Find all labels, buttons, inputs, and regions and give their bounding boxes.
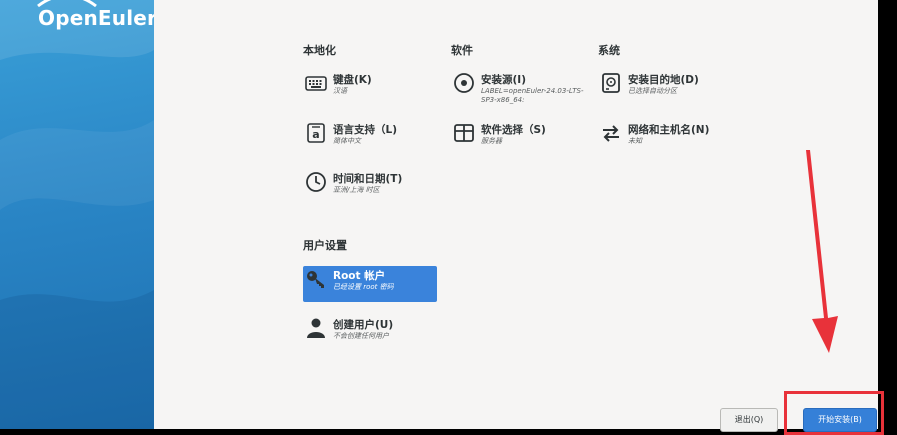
annotation-highlight-box (784, 391, 884, 435)
sidebar-swoosh-graphic (0, 0, 154, 429)
section-system: 系统 (598, 44, 620, 57)
spoke-language[interactable]: a 语言支持（L) 简体中文 (303, 120, 437, 156)
spoke-software-selection[interactable]: 软件选择（S) 服务器 (451, 120, 585, 156)
package-icon (454, 124, 474, 142)
sidebar: OpenEuler (0, 0, 154, 429)
section-localization: 本地化 (303, 44, 336, 57)
disc-icon (454, 73, 474, 93)
spoke-language-title: 语言支持（L) (333, 124, 397, 136)
spoke-software-status: 服务器 (481, 137, 502, 145)
spoke-destination-status: 已选择自动分区 (628, 87, 677, 95)
user-icon (307, 318, 325, 338)
openeuler-logo: OpenEuler (38, 6, 154, 30)
spoke-root-title: Root 帐户 (333, 270, 386, 282)
harddisk-icon (602, 73, 620, 93)
network-arrows-icon (603, 125, 619, 142)
spoke-root-status: 已经设置 root 密码 (333, 283, 394, 291)
quit-button[interactable]: 退出(Q) (720, 408, 778, 432)
spoke-keyboard-status: 汉语 (333, 87, 347, 95)
section-software: 软件 (451, 44, 473, 57)
key-icon (307, 271, 324, 288)
spoke-language-status: 简体中文 (333, 137, 361, 145)
spoke-user-creation[interactable]: 创建用户(U) 不会创建任何用户 (303, 315, 437, 351)
spoke-source-title: 安装源(I) (481, 74, 527, 86)
spoke-keyboard[interactable]: 键盘(K) 汉语 (303, 70, 437, 106)
spoke-software-title: 软件选择（S) (481, 124, 546, 136)
spoke-user-title: 创建用户(U) (333, 319, 394, 331)
spoke-source-status-line1: LABEL=openEuler-24.03-LTS- (481, 87, 584, 95)
spoke-destination-title: 安装目的地(D) (628, 74, 699, 86)
spoke-network-hostname[interactable]: 网络和主机名(N) 未知 (598, 120, 732, 156)
spoke-source-status-line2: SP3-x86_64: (481, 96, 525, 104)
spoke-network-status: 未知 (628, 137, 642, 145)
clock-icon (306, 172, 326, 192)
right-edge (878, 0, 897, 429)
section-user-settings: 用户设置 (303, 239, 347, 252)
spoke-installation-source[interactable]: 安装源(I) LABEL=openEuler-24.03-LTS- SP3-x8… (451, 70, 585, 106)
spoke-root-account[interactable]: Root 帐户 已经设置 root 密码 (303, 266, 437, 302)
spoke-datetime[interactable]: 时间和日期(T) 亚洲/上海 时区 (303, 169, 437, 205)
language-icon: a (307, 123, 325, 143)
svg-text:a: a (312, 128, 319, 141)
spoke-user-status: 不会创建任何用户 (333, 332, 389, 340)
spoke-keyboard-title: 键盘(K) (333, 74, 372, 86)
spoke-datetime-status: 亚洲/上海 时区 (333, 186, 380, 194)
spoke-network-title: 网络和主机名(N) (628, 124, 710, 136)
spoke-installation-destination[interactable]: 安装目的地(D) 已选择自动分区 (598, 70, 732, 106)
keyboard-icon (305, 76, 327, 91)
spoke-datetime-title: 时间和日期(T) (333, 173, 403, 185)
installation-summary: 本地化 软件 系统 用户设置 键盘(K) 汉语 a 语言支持（L) 简体中文 时… (154, 0, 878, 429)
